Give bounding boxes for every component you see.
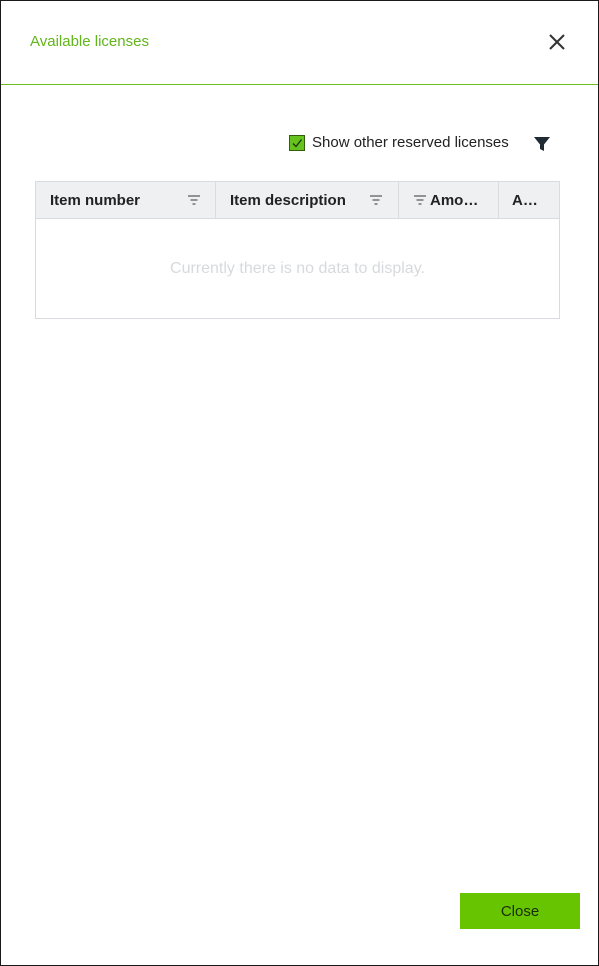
column-header-label: Item description [230, 191, 346, 209]
close-icon[interactable] [545, 30, 569, 54]
grid-header-row: Item number Item description Amo… A… [36, 182, 559, 219]
column-header-amount[interactable]: Amo… [399, 182, 499, 218]
show-reserved-label[interactable]: Show other reserved licenses [312, 134, 509, 151]
show-reserved-checkbox[interactable]: Show other reserved licenses [289, 134, 509, 151]
sort-lines-icon[interactable] [187, 194, 201, 206]
sort-lines-icon[interactable] [413, 194, 427, 206]
dialog-header: Available licenses [1, 1, 598, 85]
column-header-truncated[interactable]: A… [499, 182, 559, 218]
column-header-label: A… [512, 191, 538, 209]
checkbox-checked-icon[interactable] [289, 134, 305, 151]
grid-toolbar: Show other reserved licenses [1, 131, 598, 157]
licenses-grid: Item number Item description Amo… A… Cur… [35, 181, 560, 319]
column-header-item-number[interactable]: Item number [36, 182, 216, 218]
column-header-label: Item number [50, 191, 141, 209]
dialog-title: Available licenses [30, 33, 149, 50]
available-licenses-dialog: Available licenses Show other reserved l… [0, 0, 599, 966]
close-button[interactable]: Close [460, 893, 580, 929]
column-header-label: Amo… [430, 191, 479, 209]
funnel-icon[interactable] [532, 134, 552, 154]
sort-lines-icon[interactable] [369, 194, 383, 206]
empty-state-message: Currently there is no data to display. [170, 260, 425, 277]
column-header-item-description[interactable]: Item description [216, 182, 399, 218]
